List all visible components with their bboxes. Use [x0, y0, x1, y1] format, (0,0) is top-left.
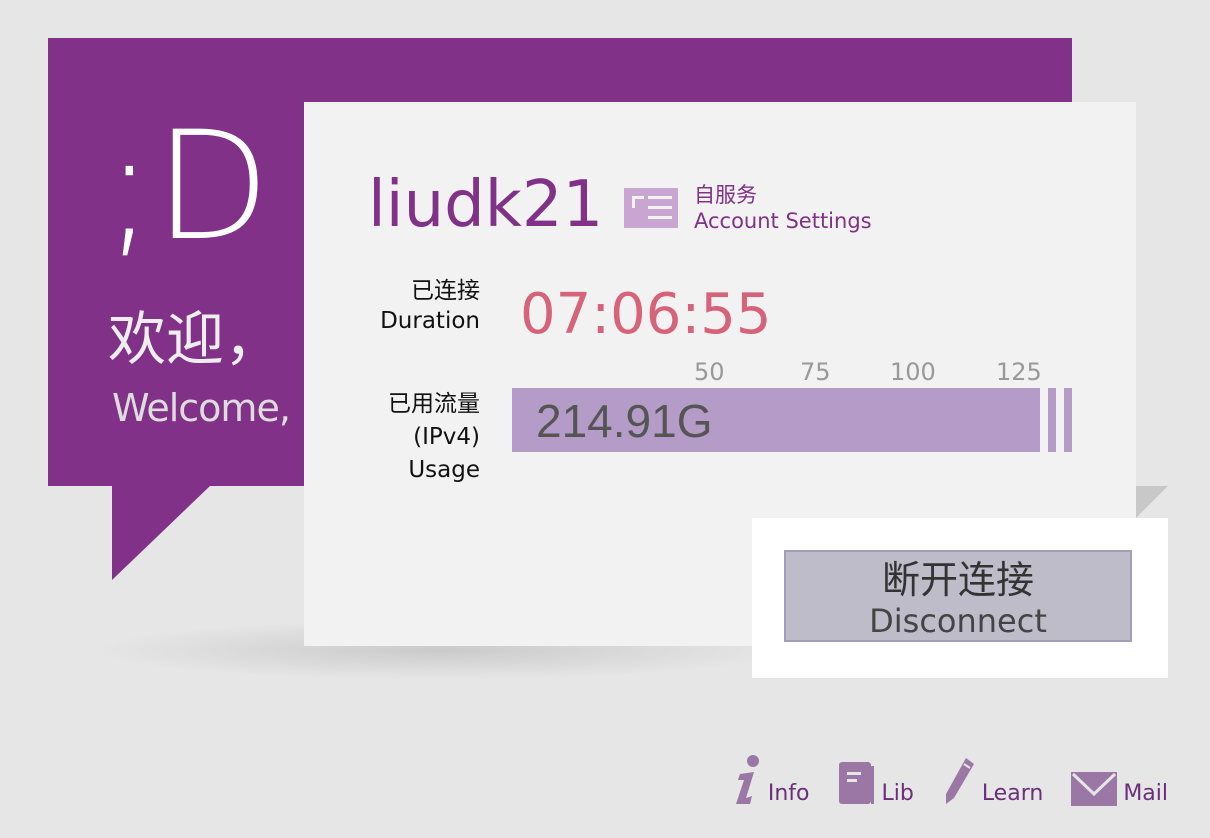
disconnect-label-cn: 断开连接 — [881, 558, 1034, 602]
tick-label: 50 — [694, 358, 725, 386]
mail-icon — [1071, 772, 1118, 806]
info-link[interactable]: Info — [732, 754, 809, 806]
tick-label: 75 — [800, 358, 831, 386]
duration-label-en: Duration — [380, 308, 480, 334]
duration-label-cn: 已连接 — [411, 278, 480, 304]
tick-label: 100 — [890, 358, 936, 386]
username: liudk21 — [368, 168, 604, 242]
info-icon — [735, 755, 759, 804]
account-settings-cn: 自服务 — [694, 183, 757, 207]
usage-bar-overflow — [1048, 388, 1056, 452]
disconnect-panel: 断开连接 Disconnect — [752, 518, 1168, 678]
mail-link[interactable]: Mail — [1071, 772, 1168, 806]
learn-link[interactable]: Learn — [942, 756, 1043, 806]
duration-value: 07:06:55 — [520, 282, 772, 347]
smiley-logo: ;D — [104, 100, 271, 274]
footer-links: Info Lib Learn Mail — [732, 754, 1168, 806]
lib-link[interactable]: Lib — [837, 760, 914, 806]
usage-bar-overflow — [1064, 388, 1072, 452]
usage-label-cn: 已用流量 — [388, 391, 480, 417]
card-fold — [1136, 486, 1168, 518]
welcome-en: Welcome, — [112, 386, 291, 430]
disconnect-label-en: Disconnect — [869, 602, 1047, 640]
account-settings-en: Account Settings — [694, 209, 872, 233]
account-settings-link[interactable]: 自服务 Account Settings — [624, 182, 872, 234]
usage-label-en: Usage — [408, 457, 480, 483]
speech-tail — [112, 486, 210, 580]
disconnect-button[interactable]: 断开连接 Disconnect — [784, 550, 1132, 642]
id-card-icon — [624, 188, 678, 228]
book-icon — [839, 762, 875, 804]
tick-label: 125 — [996, 358, 1042, 386]
usage-value: 214.91G — [536, 395, 713, 447]
pencil-icon — [945, 758, 974, 804]
welcome-cn: 欢迎， — [108, 305, 283, 373]
usage-label-proto: (IPv4) — [413, 424, 480, 450]
